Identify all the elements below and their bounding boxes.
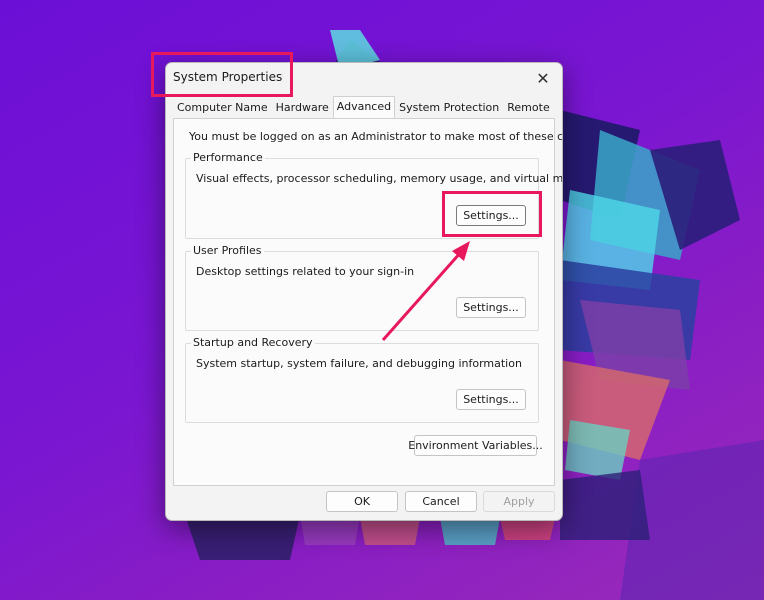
annotation-arrow — [381, 241, 470, 341]
